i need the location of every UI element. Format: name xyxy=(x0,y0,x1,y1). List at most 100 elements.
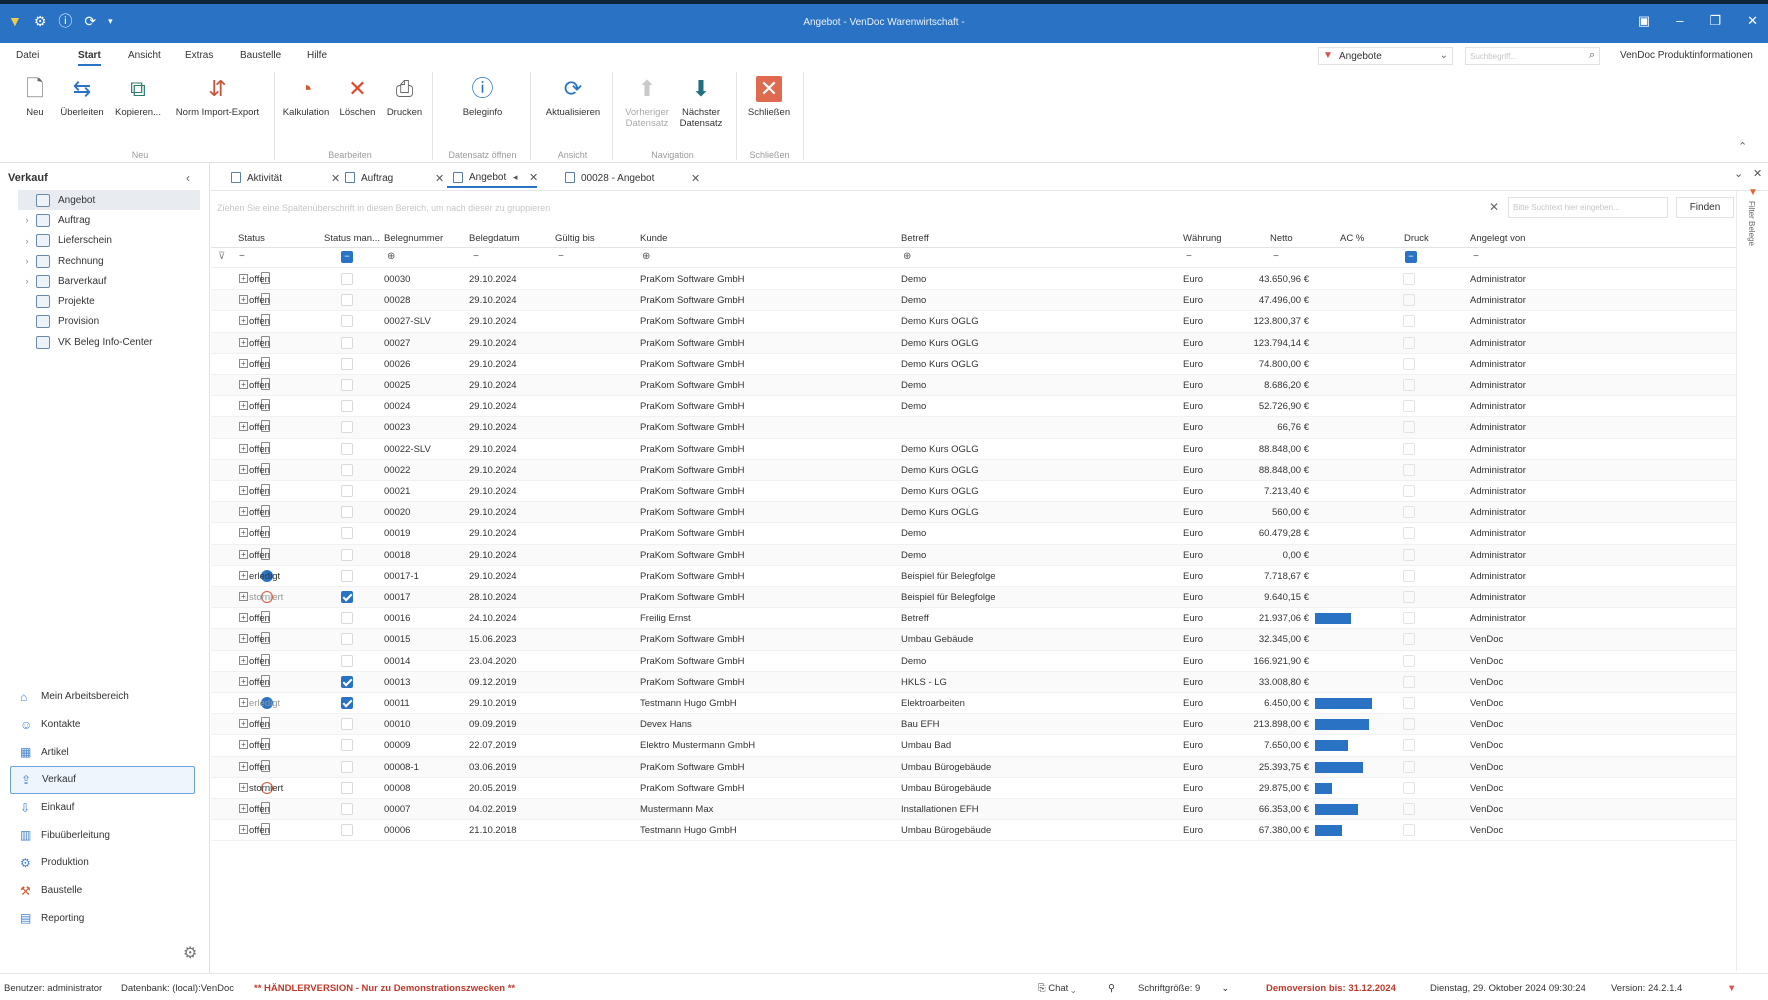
column-header-betreff[interactable]: Betreff xyxy=(901,233,929,244)
column-header-gueltig-bis[interactable]: Gültig bis xyxy=(555,233,595,244)
status-manual-checkbox[interactable] xyxy=(341,718,353,731)
chevron-down-icon[interactable]: ⌄ xyxy=(1734,167,1743,180)
status-manual-checkbox[interactable] xyxy=(341,803,353,815)
print-checkbox[interactable] xyxy=(1403,463,1415,476)
status-manual-checkbox[interactable] xyxy=(341,612,353,625)
print-checkbox[interactable] xyxy=(1403,548,1415,561)
filter-icon[interactable]: ▼ xyxy=(1727,983,1736,994)
print-checkbox[interactable] xyxy=(1403,591,1415,603)
expand-row-icon[interactable]: + xyxy=(239,422,248,432)
status-manual-checkbox[interactable] xyxy=(341,569,353,582)
status-manual-checkbox[interactable] xyxy=(341,548,353,561)
tree-item-auftrag[interactable]: › Auftrag xyxy=(18,210,200,230)
status-manual-checkbox[interactable] xyxy=(341,633,353,646)
status-manual-checkbox[interactable] xyxy=(341,421,353,434)
nav-item-verkauf[interactable]: ⇪ Verkauf xyxy=(10,766,195,794)
expand-row-icon[interactable]: + xyxy=(239,401,248,411)
status-manual-checkbox[interactable] xyxy=(341,506,353,519)
expand-row-icon[interactable]: + xyxy=(239,613,248,623)
close-button[interactable]: ✕ xyxy=(1747,13,1758,29)
column-header-belegnummer[interactable]: Belegnummer xyxy=(384,233,443,244)
table-row[interactable]: + offen 00022-SLV 29.10.2024 PraKom Software… xyxy=(211,439,1736,460)
menu-hilfe[interactable]: Hilfe xyxy=(307,50,327,61)
nav-item-einkauf[interactable]: ⇩ Einkauf xyxy=(10,794,195,822)
document-info-button[interactable]: ⓘ Beleginfo xyxy=(455,76,510,118)
layout-icon[interactable]: ▣ xyxy=(1638,13,1650,29)
tab-aktivitaet[interactable]: Aktivität ✕ xyxy=(225,168,340,188)
expand-row-icon[interactable]: + xyxy=(239,804,248,813)
tree-item-provision[interactable]: Provision xyxy=(18,312,200,332)
table-row[interactable]: + storniert 00017 28.10.2024 PraKom Software… xyxy=(211,587,1736,609)
status-manual-checkbox[interactable] xyxy=(341,442,353,455)
filter-cell-netto[interactable]: − xyxy=(1273,251,1279,262)
status-manual-checkbox[interactable] xyxy=(341,294,353,307)
status-manual-checkbox[interactable] xyxy=(341,463,353,476)
filter-checkbox-druck[interactable]: − xyxy=(1405,251,1417,263)
print-checkbox[interactable] xyxy=(1403,654,1415,667)
filter-cell-kunde-icon[interactable]: ⊕ xyxy=(642,251,650,262)
status-manual-checkbox[interactable] xyxy=(341,781,353,794)
filter-cell-gueltig[interactable]: − xyxy=(558,251,564,262)
table-row[interactable]: + erledigt 00017-1 29.10.2024 PraKom Softwar… xyxy=(211,566,1736,587)
status-manual-checkbox[interactable] xyxy=(341,697,353,709)
table-row[interactable]: + offen 00009 22.07.2019 Elektro Mustermann … xyxy=(211,735,1736,757)
print-checkbox[interactable] xyxy=(1403,824,1415,837)
expand-icon[interactable]: › xyxy=(18,236,36,246)
expand-row-icon[interactable]: + xyxy=(239,782,248,792)
collapse-ribbon-icon[interactable]: ⌃ xyxy=(1738,140,1747,153)
table-row[interactable]: + offen 00007 04.02.2019 Mustermann Max Insta… xyxy=(211,799,1736,821)
filter-cell-belegdatum[interactable]: − xyxy=(473,251,479,262)
nav-item-fibu[interactable]: ▥ Fibuüberleitung xyxy=(10,821,195,849)
status-manual-checkbox[interactable] xyxy=(341,824,353,837)
menu-extras[interactable]: Extras xyxy=(185,50,213,61)
status-manual-checkbox[interactable] xyxy=(341,379,353,391)
expand-row-icon[interactable]: + xyxy=(239,655,248,665)
filter-checkbox-status-man[interactable]: − xyxy=(341,251,353,263)
expand-row-icon[interactable]: + xyxy=(239,443,248,453)
table-row[interactable]: + offen 00019 29.10.2024 PraKom Software Gmb… xyxy=(211,523,1736,545)
tab-angebot[interactable]: Angebot ◂ ✕ xyxy=(447,168,538,188)
status-manual-checkbox[interactable] xyxy=(341,591,353,603)
status-manual-checkbox[interactable] xyxy=(341,273,353,285)
expand-row-icon[interactable]: + xyxy=(239,274,248,283)
print-checkbox[interactable] xyxy=(1403,718,1415,731)
nav-item-produktion[interactable]: ⚙ Produktion xyxy=(10,849,195,877)
table-row[interactable]: + offen 00022 29.10.2024 PraKom Software Gmb… xyxy=(211,459,1736,481)
expand-icon[interactable]: › xyxy=(18,276,36,286)
close-icon[interactable]: ✕ xyxy=(435,172,444,185)
print-checkbox[interactable] xyxy=(1403,315,1415,328)
expand-row-icon[interactable]: + xyxy=(239,676,248,686)
print-button[interactable]: ⎙ Drucken xyxy=(382,76,427,118)
delete-button[interactable]: ✕ Löschen xyxy=(335,76,380,118)
print-checkbox[interactable] xyxy=(1403,273,1415,285)
copy-button[interactable]: ⧉ Kopieren... xyxy=(112,76,164,118)
convert-button[interactable]: ⇆ Überleiten xyxy=(56,76,108,118)
import-export-button[interactable]: ⇵ Norm Import-Export xyxy=(170,76,265,118)
column-header-druck[interactable]: Druck xyxy=(1404,233,1429,244)
table-row[interactable]: + offen 00010 09.09.2019 Devex Hans Bau EFH Eu… xyxy=(211,714,1736,736)
nav-item-arbeitsbereich[interactable]: ⌂ Mein Arbeitsbereich xyxy=(10,683,195,711)
group-drop-hint[interactable]: Ziehen Sie eine Spaltenüberschrift in di… xyxy=(217,203,550,213)
print-checkbox[interactable] xyxy=(1403,697,1415,709)
expand-row-icon[interactable]: + xyxy=(239,358,248,368)
table-row[interactable]: + offen 00015 15.06.2023 PraKom Software Gmb… xyxy=(211,629,1736,651)
table-row[interactable]: + offen 00020 29.10.2024 PraKom Software Gmb… xyxy=(211,502,1736,524)
table-row[interactable]: + offen 00025 29.10.2024 PraKom Software Gmb… xyxy=(211,375,1736,397)
nav-item-artikel[interactable]: ▦ Artikel xyxy=(10,738,195,766)
expand-row-icon[interactable]: + xyxy=(239,740,248,750)
expand-row-icon[interactable]: + xyxy=(239,295,248,305)
filter-panel[interactable]: ▼ Filter Belege xyxy=(1736,187,1768,971)
table-row[interactable]: + offen 00008-1 03.06.2019 PraKom Software G… xyxy=(211,756,1736,778)
chat-button[interactable]: ⎘ Chat ⌄ xyxy=(1038,983,1075,994)
column-header-kunde[interactable]: Kunde xyxy=(640,233,667,244)
expand-row-icon[interactable]: + xyxy=(239,825,248,835)
next-record-button[interactable]: ⬇ Nächster Datensatz xyxy=(676,76,726,129)
print-checkbox[interactable] xyxy=(1403,675,1415,688)
status-manual-checkbox[interactable] xyxy=(341,739,353,752)
print-checkbox[interactable] xyxy=(1403,336,1415,349)
expand-row-icon[interactable]: + xyxy=(239,507,248,517)
table-row[interactable]: + offen 00030 29.10.2024 PraKom Software Gmb… xyxy=(211,269,1736,291)
expand-row-icon[interactable]: + xyxy=(239,698,248,707)
nav-item-reporting[interactable]: ▤ Reporting xyxy=(10,905,195,933)
expand-row-icon[interactable]: + xyxy=(239,592,248,601)
